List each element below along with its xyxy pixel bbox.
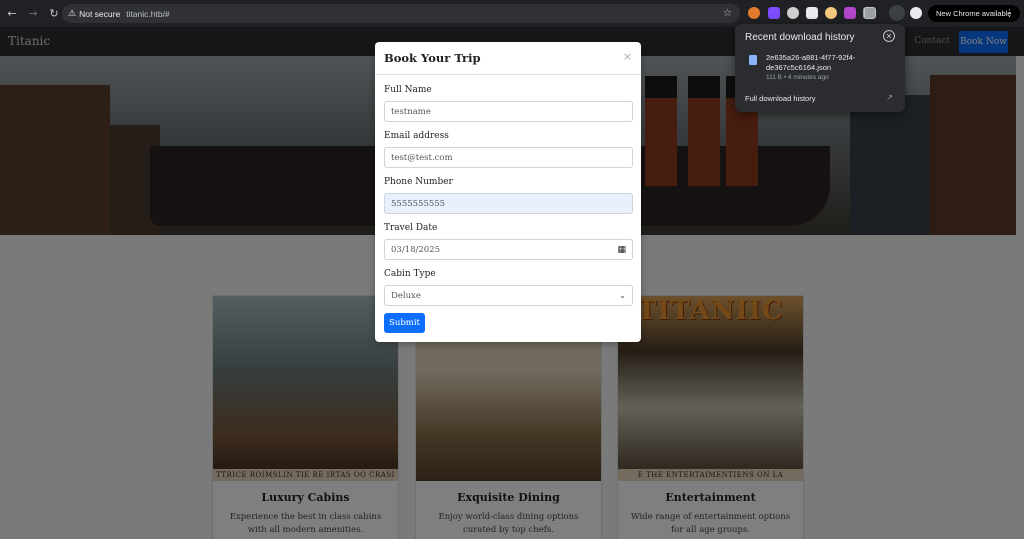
browser-toolbar: ← → ↻ ⚠ Not secure titanic.htb/# ☆ New C… <box>0 0 1024 27</box>
extension-icon-3[interactable] <box>787 7 799 19</box>
address-bar[interactable]: ⚠ Not secure titanic.htb/# ☆ <box>62 4 740 23</box>
external-link-icon[interactable]: ↗ <box>886 93 893 102</box>
file-icon <box>749 55 757 65</box>
email-label: Email address <box>384 131 449 141</box>
email-value: test@test.com <box>391 152 453 163</box>
chevron-down-icon: ⌄ <box>619 291 626 300</box>
bookmark-star-icon[interactable]: ☆ <box>723 8 732 19</box>
close-icon[interactable]: × <box>623 50 632 63</box>
phone-value: 5555555555 <box>391 198 446 209</box>
booking-modal: Book Your Trip × Full Name testname Emai… <box>375 42 641 342</box>
download-icon[interactable] <box>889 5 905 21</box>
security-label[interactable]: Not secure <box>79 9 120 19</box>
cabin-type-value: Deluxe <box>391 290 421 301</box>
download-file-meta: 111 B • 4 minutes ago <box>766 74 829 81</box>
extension-icon-6[interactable] <box>844 7 856 19</box>
phone-input[interactable]: 5555555555 <box>384 193 633 214</box>
puzzle-icon[interactable] <box>864 7 876 19</box>
url-text[interactable]: titanic.htb/# <box>126 9 169 19</box>
download-popup-title: Recent download history <box>745 32 855 43</box>
extension-icon-2[interactable] <box>768 7 780 19</box>
modal-title: Book Your Trip <box>384 51 481 65</box>
profile-avatar[interactable] <box>910 7 922 19</box>
submit-button[interactable]: Submit <box>384 313 425 333</box>
travel-date-label: Travel Date <box>384 223 438 233</box>
cabin-type-select[interactable]: Deluxe ⌄ <box>384 285 633 306</box>
extension-icon-1[interactable] <box>748 7 760 19</box>
full-name-input[interactable]: testname <box>384 101 633 122</box>
phone-label: Phone Number <box>384 177 453 187</box>
travel-date-input[interactable]: 03/18/2025 ▦ <box>384 239 633 260</box>
reload-icon[interactable]: ↻ <box>45 5 63 23</box>
new-chrome-label: New Chrome available <box>936 9 1012 18</box>
download-history-popup: Recent download history ✕ 2e635a26-a881-… <box>735 24 905 112</box>
new-chrome-button[interactable]: New Chrome available ⋮ <box>928 5 1020 22</box>
full-name-value: testname <box>391 106 431 117</box>
cabin-type-label: Cabin Type <box>384 269 436 279</box>
extension-icon-4[interactable] <box>806 7 818 19</box>
download-file-name[interactable]: 2e635a26-a881-4f77-92f4-de367c5c6164.jso… <box>766 53 886 73</box>
full-name-label: Full Name <box>384 85 432 95</box>
travel-date-value: 03/18/2025 <box>391 244 440 255</box>
extension-icon-5[interactable] <box>825 7 837 19</box>
modal-header: Book Your Trip × <box>375 42 641 75</box>
close-icon[interactable]: ✕ <box>883 30 895 42</box>
back-icon[interactable]: ← <box>3 5 21 23</box>
warning-icon[interactable]: ⚠ <box>68 8 76 19</box>
full-download-history-link[interactable]: Full download history <box>745 94 815 103</box>
menu-icon[interactable]: ⋮ <box>1005 8 1014 19</box>
forward-icon[interactable]: → <box>24 5 42 23</box>
email-input[interactable]: test@test.com <box>384 147 633 168</box>
calendar-icon[interactable]: ▦ <box>617 245 626 255</box>
